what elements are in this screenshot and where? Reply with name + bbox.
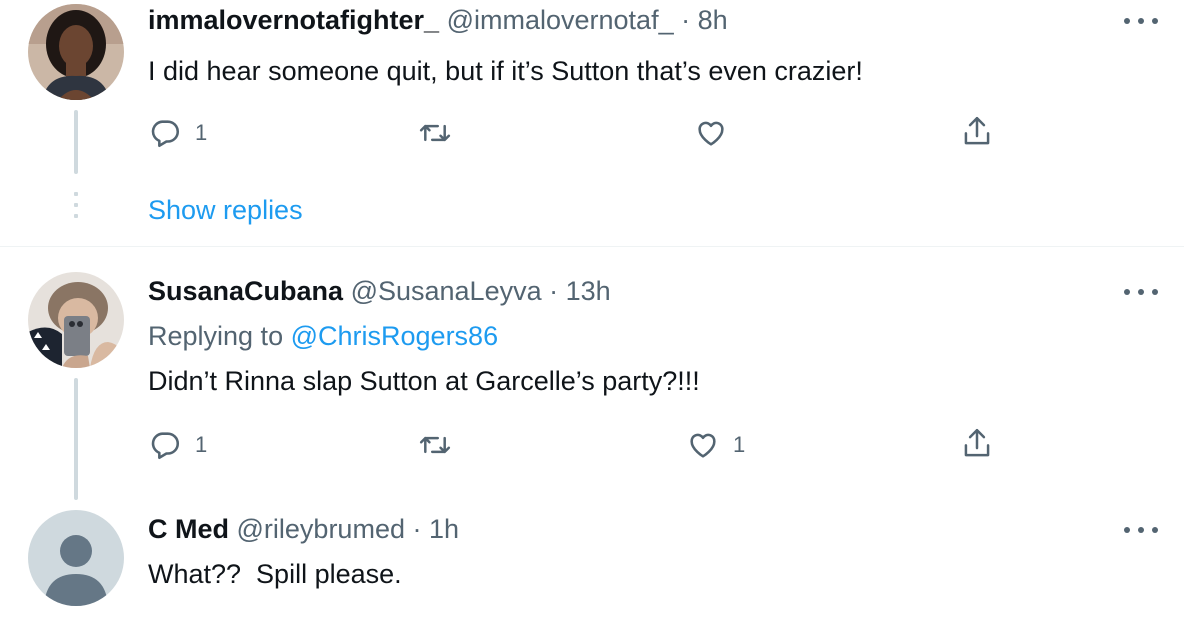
user-handle[interactable]: @immalovernotaf_ <box>447 5 674 35</box>
reply-count: 1 <box>195 120 208 145</box>
share-button[interactable] <box>960 426 994 462</box>
tweet-header: C Med @rileybrumed · 1h <box>148 513 459 545</box>
user-handle[interactable]: @SusanaLeyva <box>351 276 542 306</box>
more-icon[interactable] <box>1124 16 1158 26</box>
separator-dot: · <box>681 5 691 35</box>
display-name[interactable]: SusanaCubana <box>148 276 343 306</box>
thread-connector-line <box>74 110 78 174</box>
retweet-button[interactable] <box>417 428 453 462</box>
reply-icon <box>151 432 180 460</box>
like-icon <box>698 121 724 146</box>
like-button[interactable] <box>694 116 728 150</box>
share-button[interactable] <box>960 114 994 150</box>
thread-connector-line <box>74 378 78 500</box>
share-icon <box>964 116 990 145</box>
like-count: 1 <box>733 432 746 457</box>
show-replies-link[interactable]: Show replies <box>148 193 303 227</box>
tweet-text: What?? Spill please. <box>148 559 402 589</box>
replying-to-line: Replying to @ChrisRogers86 <box>148 319 498 353</box>
thread-gap-dots <box>74 192 78 225</box>
reply-button[interactable]: 1 <box>148 428 207 462</box>
timestamp[interactable]: 8h <box>698 5 728 35</box>
share-icon <box>964 428 990 457</box>
timestamp[interactable]: 13h <box>566 276 611 306</box>
avatar-immalovernotafighter[interactable] <box>28 4 124 100</box>
retweet-icon <box>419 124 451 142</box>
tweet-header: immalovernotafighter_ @immalovernotaf_ ·… <box>148 4 728 36</box>
separator-dot: · <box>549 276 559 306</box>
tweet-thread: immalovernotafighter_ @immalovernotaf_ ·… <box>0 0 1184 622</box>
timestamp[interactable]: 1h <box>429 514 459 544</box>
reply-count: 1 <box>195 432 208 457</box>
like-button[interactable]: 1 <box>686 428 745 462</box>
tweet-text: Didn’t Rinna slap Sutton at Garcelle’s p… <box>148 366 700 396</box>
reply-button[interactable]: 1 <box>148 116 207 150</box>
replying-to-mention[interactable]: @ChrisRogers86 <box>291 321 498 351</box>
tweet-header: SusanaCubana @SusanaLeyva · 13h <box>148 275 611 307</box>
user-handle[interactable]: @rileybrumed <box>237 514 405 544</box>
default-avatar-icon <box>28 510 124 606</box>
tweet-text: I did hear someone quit, but if it’s Sut… <box>148 56 863 86</box>
retweet-icon <box>419 436 451 454</box>
section-divider <box>0 246 1184 247</box>
display-name[interactable]: immalovernotafighter_ <box>148 5 439 35</box>
more-icon[interactable] <box>1124 525 1158 535</box>
avatar-susanacubana[interactable] <box>28 272 124 368</box>
avatar-c-med[interactable] <box>28 510 124 606</box>
like-icon <box>690 433 716 458</box>
replying-prefix: Replying to <box>148 321 284 351</box>
display-name[interactable]: C Med <box>148 514 229 544</box>
reply-icon <box>151 120 180 148</box>
retweet-button[interactable] <box>417 116 453 150</box>
separator-dot: · <box>412 514 422 544</box>
more-icon[interactable] <box>1124 287 1158 297</box>
